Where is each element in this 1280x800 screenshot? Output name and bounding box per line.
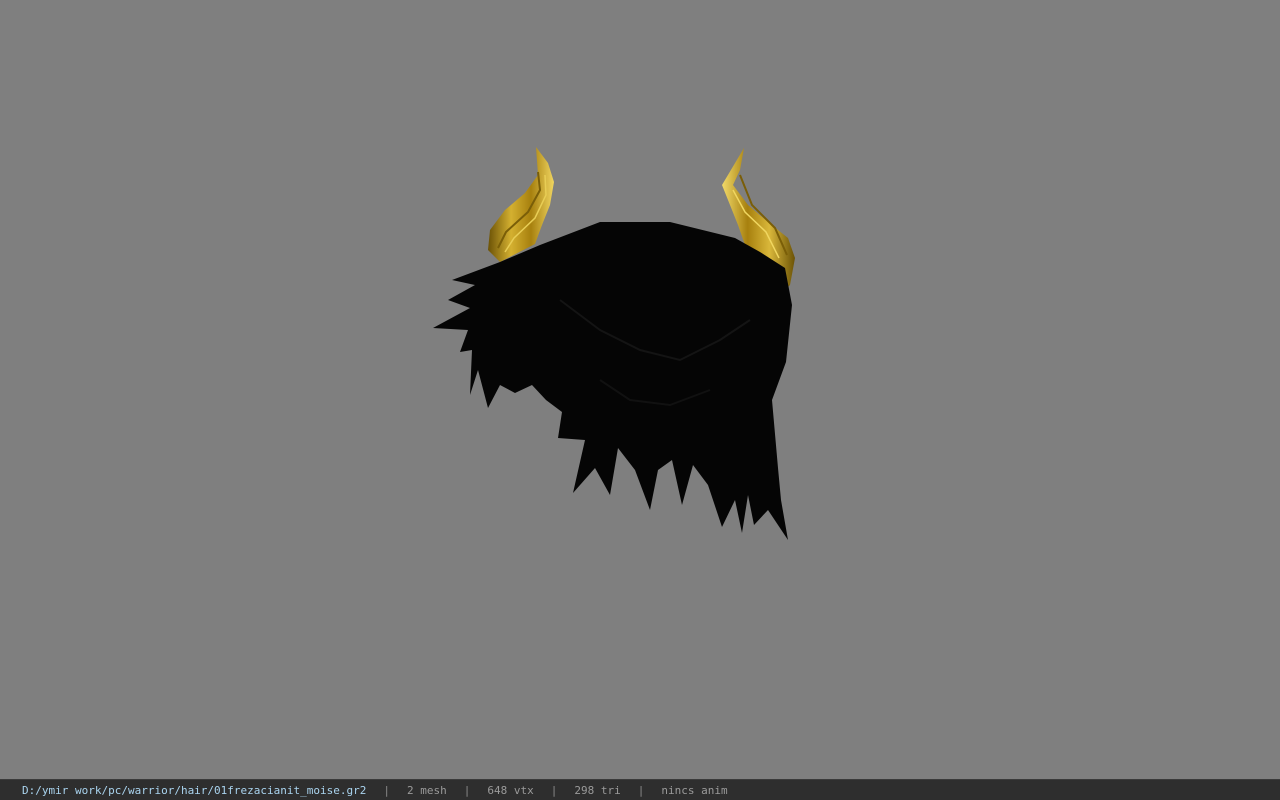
- 3d-viewport[interactable]: [0, 0, 1280, 779]
- separator: |: [637, 783, 645, 797]
- hair-mesh: [433, 222, 792, 540]
- file-path-label: D:/ymir work/pc/warrior/hair/01frezacian…: [22, 783, 367, 797]
- mesh-count: 2 mesh: [407, 783, 447, 797]
- hair-with-horns-model[interactable]: [0, 0, 1280, 779]
- vertex-count: 648 vtx: [487, 783, 534, 797]
- status-bar: D:/ymir work/pc/warrior/hair/01frezacian…: [0, 779, 1280, 800]
- separator: |: [550, 783, 558, 797]
- separator: |: [463, 783, 471, 797]
- triangle-count: 298 tri: [574, 783, 621, 797]
- separator: |: [383, 783, 390, 797]
- animation-status: nincs anim: [661, 783, 728, 797]
